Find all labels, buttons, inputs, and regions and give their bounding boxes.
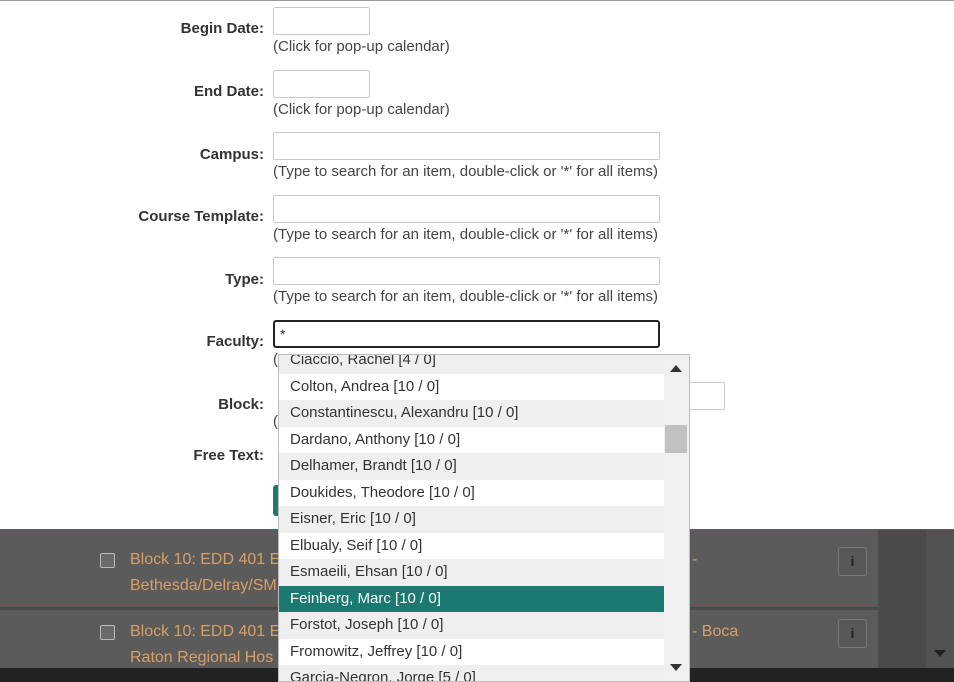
free-text-label: Free Text: [193,447,264,464]
campus-input[interactable] [273,132,660,160]
faculty-dropdown[interactable]: Ciaccio, Rachel [4 / 0] Colton, Andrea [1… [278,354,690,682]
page-scrollbar[interactable] [926,530,954,682]
faculty-options: Ciaccio, Rachel [4 / 0] Colton, Andrea [1… [279,355,664,681]
result-title-line2[interactable]: Bethesda/Delray/SM [130,573,277,599]
faculty-option[interactable]: Delhamer, Brandt [10 / 0] [279,453,664,480]
result-title-line1[interactable]: Block 10: EDD 401 E [130,547,280,573]
dropdown-scrollbar[interactable] [664,355,689,681]
type-input[interactable] [273,257,660,285]
scroll-down-arrow-icon[interactable] [670,664,682,671]
course-template-label: Course Template: [138,208,264,225]
faculty-option[interactable]: Esmaeili, Ehsan [10 / 0] [279,559,664,586]
info-icon[interactable]: i [838,547,867,576]
faculty-option[interactable]: Forstot, Joseph [10 / 0] [279,612,664,639]
type-hint: (Type to search for an item, double-clic… [273,288,659,305]
course-template-hint: (Type to search for an item, double-clic… [273,226,659,243]
course-template-input[interactable] [273,195,660,223]
campus-label: Campus: [199,146,264,163]
begin-date-label: Begin Date: [180,20,264,37]
begin-date-input[interactable] [273,7,370,35]
dropdown-scroll-thumb[interactable] [665,425,687,453]
faculty-label: Faculty: [206,333,264,350]
end-date-hint: (Click for pop-up calendar) [273,101,450,118]
top-divider [0,0,954,1]
end-date-input[interactable] [273,70,370,98]
faculty-option[interactable]: Elbualy, Seif [10 / 0] [279,532,664,559]
scroll-up-arrow-icon[interactable] [670,365,682,372]
faculty-input[interactable]: * [273,320,660,348]
faculty-option[interactable]: Doukides, Theodore [10 / 0] [279,479,664,506]
end-date-label: End Date: [193,83,264,100]
faculty-option[interactable]: Ciaccio, Rachel [4 / 0] [279,355,664,374]
faculty-option[interactable]: Garcia-Negron, Jorge [5 / 0] [279,665,664,681]
faculty-option[interactable]: Feinberg, Marc [10 / 0] [279,585,664,612]
faculty-option[interactable]: Colton, Andrea [10 / 0] [279,373,664,400]
result-title-line1-tail[interactable]: - Boca [692,619,738,645]
faculty-option[interactable]: Constantinescu, Alexandru [10 / 0] [279,400,664,427]
faculty-option[interactable]: Fromowitz, Jeffrey [10 / 0] [279,638,664,665]
block-label: Block: [218,396,264,413]
info-icon[interactable]: i [838,619,867,648]
block-input[interactable] [686,382,725,410]
type-label: Type: [225,271,264,288]
scroll-down-arrow-icon[interactable] [934,650,946,657]
begin-date-hint: (Click for pop-up calendar) [273,38,450,55]
result-title-line1-tail[interactable]: - [692,547,697,573]
row-checkbox[interactable] [100,553,115,568]
faculty-option[interactable]: Dardano, Anthony [10 / 0] [279,426,664,453]
campus-hint: (Type to search for an item, double-clic… [273,163,659,180]
row-checkbox[interactable] [100,625,115,640]
faculty-option[interactable]: Eisner, Eric [10 / 0] [279,506,664,533]
result-title-line1[interactable]: Block 10: EDD 401 E [130,619,280,645]
